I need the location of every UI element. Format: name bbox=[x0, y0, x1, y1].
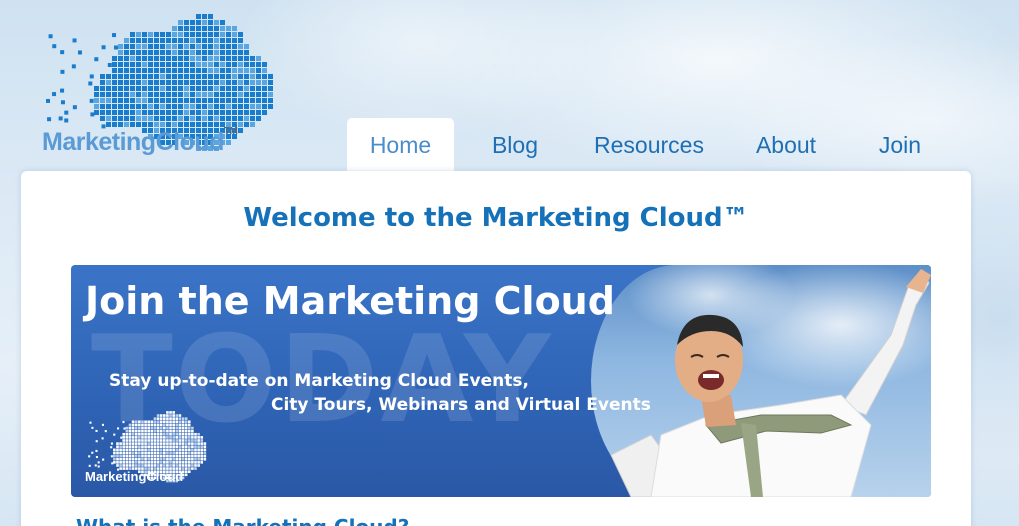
logo-text: MarketingCloud bbox=[42, 128, 224, 156]
main-nav: Home Blog Resources About Join bbox=[347, 118, 950, 172]
banner-line-2: City Tours, Webinars and Virtual Events bbox=[271, 395, 651, 415]
banner-logo-text: MarketingCloud bbox=[85, 469, 184, 484]
logo-wordmark[interactable]: MarketingCloudTM bbox=[42, 126, 238, 157]
nav-home[interactable]: Home bbox=[347, 118, 454, 172]
trademark: TM bbox=[223, 126, 238, 137]
nav-about[interactable]: About bbox=[722, 118, 850, 172]
welcome-title: Welcome to the Marketing Cloud™ bbox=[243, 203, 749, 233]
banner-line-1: Stay up-to-date on Marketing Cloud Event… bbox=[109, 371, 529, 391]
nav-resources[interactable]: Resources bbox=[576, 118, 722, 172]
join-banner[interactable]: TODAY Join the Marketing Cloud Stay up-t… bbox=[71, 265, 931, 497]
excited-man-image bbox=[610, 269, 931, 497]
nav-blog[interactable]: Blog bbox=[454, 118, 576, 172]
main-content: Welcome to the Marketing Cloud™ TODAY Jo bbox=[21, 171, 971, 526]
banner-title: Join the Marketing Cloud bbox=[85, 279, 615, 323]
section-heading: What is the Marketing Cloud? bbox=[76, 515, 409, 526]
nav-join[interactable]: Join bbox=[850, 118, 950, 172]
